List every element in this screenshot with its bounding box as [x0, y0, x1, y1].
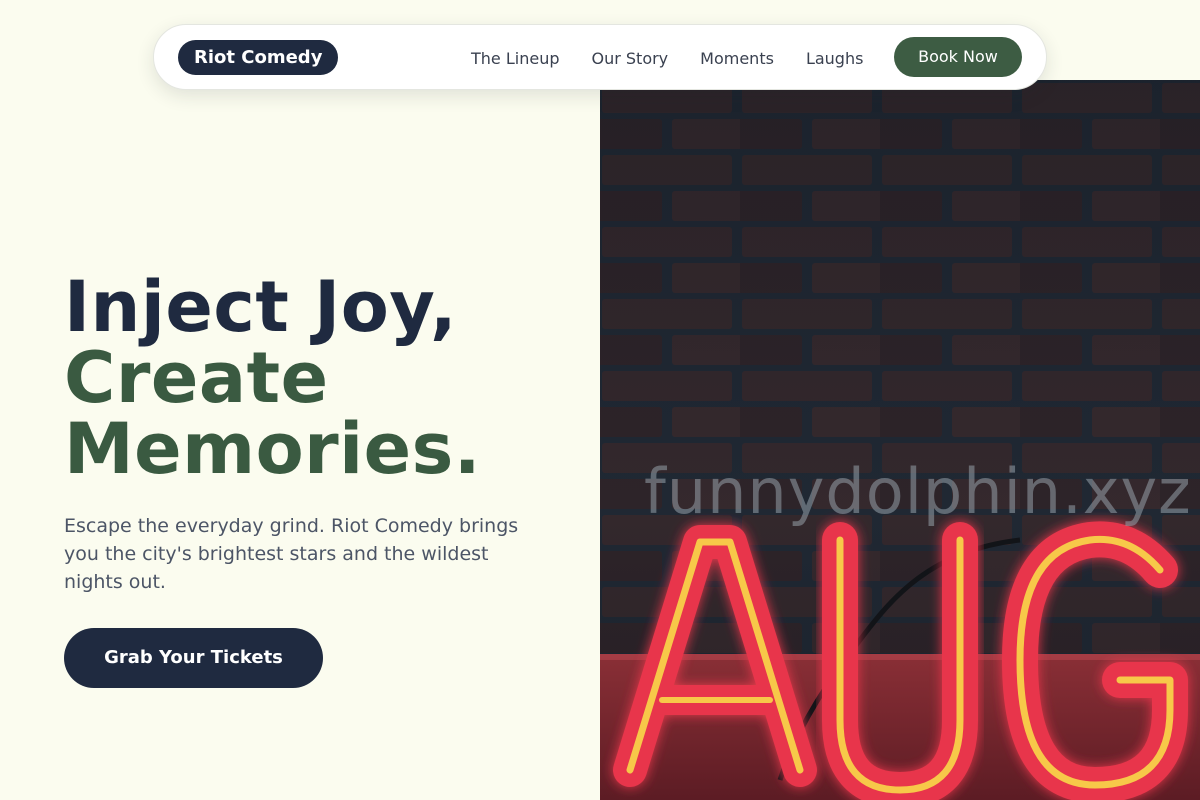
neon-sign-photo: [600, 80, 1200, 800]
grab-tickets-button[interactable]: Grab Your Tickets: [64, 628, 323, 688]
watermark-text: funnydolphin.xyz: [644, 455, 1192, 528]
headline-line-1: Inject Joy,: [64, 266, 458, 348]
hero-headline: Inject Joy, Create Memories.: [64, 272, 481, 485]
nav-link-moments[interactable]: Moments: [700, 49, 774, 68]
book-now-button[interactable]: Book Now: [894, 37, 1022, 77]
headline-line-3: Memories.: [64, 408, 481, 490]
nav-links: The Lineup Our Story Moments Laughs: [471, 25, 863, 91]
top-nav: Riot Comedy The Lineup Our Story Moments…: [153, 24, 1047, 90]
hero-description: Escape the everyday grind. Riot Comedy b…: [64, 515, 519, 593]
nav-link-laughs[interactable]: Laughs: [806, 49, 864, 68]
hero-image: funnydolphin.xyz: [600, 80, 1200, 800]
brand-logo[interactable]: Riot Comedy: [178, 40, 339, 75]
nav-link-our-story[interactable]: Our Story: [591, 49, 668, 68]
nav-link-the-lineup[interactable]: The Lineup: [471, 49, 559, 68]
headline-line-2: Create: [64, 337, 329, 419]
